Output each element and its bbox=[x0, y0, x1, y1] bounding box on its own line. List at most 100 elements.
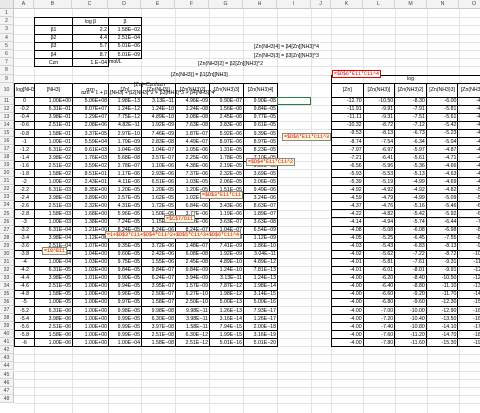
log-cell[interactable]: -4.82 bbox=[425, 185, 459, 195]
column-header-h[interactable]: H bbox=[243, 0, 277, 9]
table-cell[interactable]: 6.84E−06 bbox=[175, 201, 210, 211]
table-cell[interactable]: -1 bbox=[14, 137, 35, 147]
table-cell[interactable]: 1.38E+00 bbox=[72, 217, 109, 227]
log-cell[interactable]: -6.41 bbox=[362, 153, 396, 163]
row-header[interactable]: 6 bbox=[0, 50, 14, 59]
log-cell[interactable]: -5.36 bbox=[394, 161, 427, 171]
table-cell[interactable]: 6.31E−02 bbox=[34, 145, 73, 155]
table-cell[interactable]: -1.8 bbox=[14, 169, 35, 179]
row-header[interactable]: 30 bbox=[0, 249, 14, 258]
log-cell[interactable]: -6.60 bbox=[362, 289, 396, 299]
log-cell[interactable]: -9.31 bbox=[362, 112, 396, 122]
table-cell[interactable]: 1.26E−17 bbox=[243, 314, 278, 324]
table-cell[interactable]: 2.57E−05 bbox=[108, 193, 142, 203]
log-cell[interactable]: -5.62 bbox=[362, 249, 396, 259]
table-cell[interactable]: 7.46E−09 bbox=[141, 128, 176, 139]
select-all-corner[interactable] bbox=[0, 0, 14, 9]
table-header[interactable]: [Zn(NH3)] bbox=[141, 82, 176, 98]
log-header[interactable]: [Zn(NH3)4] bbox=[457, 82, 480, 98]
table-cell[interactable]: 1.00E+00 bbox=[72, 281, 109, 291]
table-cell[interactable]: 1.20E−05 bbox=[141, 185, 176, 195]
table-cell[interactable]: 9.75E−05 bbox=[108, 257, 142, 267]
row-header[interactable]: 26 bbox=[0, 217, 14, 226]
table-cell[interactable]: -3.8 bbox=[14, 249, 35, 259]
table-cell[interactable]: 1.00E+00 bbox=[72, 330, 109, 340]
table-cell[interactable]: 1.58E−01 bbox=[34, 128, 73, 139]
row-header[interactable]: 19 bbox=[0, 161, 14, 170]
log-cell[interactable]: -4.00 bbox=[331, 338, 364, 348]
log-cell[interactable]: -6.00 bbox=[425, 96, 459, 106]
table-cell[interactable]: 3.69E−05 bbox=[243, 169, 278, 179]
row-header[interactable]: 46 bbox=[0, 378, 14, 387]
log-cell[interactable]: -4.00 bbox=[331, 281, 364, 291]
log-cell[interactable]: -15.30 bbox=[425, 338, 459, 348]
table-cell[interactable]: 3.89E+00 bbox=[72, 193, 109, 203]
log-cell[interactable]: -4.01 bbox=[457, 112, 480, 122]
table-cell[interactable]: 3.08E−08 bbox=[175, 112, 210, 122]
table-cell[interactable]: 4.89E−12 bbox=[243, 257, 278, 267]
table-cell[interactable]: 3.13E−11 bbox=[141, 96, 176, 106]
log-cell[interactable]: -4.76 bbox=[362, 201, 396, 211]
log-cell[interactable]: -8.80 bbox=[394, 281, 427, 291]
log-cell[interactable]: -6.80 bbox=[362, 297, 396, 308]
column-header-f[interactable]: F bbox=[175, 0, 209, 9]
table-cell[interactable]: 1.29E+07 bbox=[72, 112, 109, 122]
table-cell[interactable]: 1.98E−14 bbox=[243, 281, 278, 291]
log-cell[interactable]: -5.49 bbox=[457, 193, 480, 203]
table-cell[interactable]: 1.24E−10 bbox=[141, 104, 176, 114]
table-cell[interactable]: 1.58E−08 bbox=[141, 338, 176, 348]
table-cell[interactable]: 2.51E−01 bbox=[34, 120, 73, 130]
table-cell[interactable]: 9.61E+03 bbox=[72, 145, 109, 155]
table-cell[interactable]: 9.49E−06 bbox=[243, 185, 278, 195]
table-cell[interactable]: 2.19E−05 bbox=[209, 161, 244, 171]
table-cell[interactable]: 9.60E−05 bbox=[108, 249, 142, 259]
table-cell[interactable]: 1.57E−09 bbox=[175, 281, 210, 291]
log-cell[interactable]: -4.66 bbox=[425, 161, 459, 171]
log-cell[interactable]: -5.92 bbox=[425, 209, 459, 219]
row-header[interactable]: 40 bbox=[0, 330, 14, 339]
column-header-l[interactable]: L bbox=[363, 0, 395, 9]
column-header-n[interactable]: N bbox=[427, 0, 459, 9]
table-header[interactable]: αzn bbox=[72, 82, 109, 98]
table-cell[interactable]: 9.99E−05 bbox=[108, 330, 142, 340]
log-cell[interactable]: -11.91 bbox=[331, 104, 364, 114]
row-header[interactable]: 39 bbox=[0, 322, 14, 331]
table-cell[interactable]: 4.82E−11 bbox=[108, 120, 142, 130]
row-header[interactable]: 34 bbox=[0, 281, 14, 290]
log-cell[interactable]: -4.69 bbox=[457, 177, 480, 187]
log-cell[interactable]: -9.31 bbox=[425, 257, 459, 267]
log-cell[interactable]: -5.97 bbox=[394, 145, 427, 155]
log-cell[interactable]: -14.10 bbox=[425, 322, 459, 332]
table-cell[interactable]: 3.16E−19 bbox=[243, 330, 278, 340]
column-header-d[interactable]: D bbox=[108, 0, 141, 9]
log-cell[interactable]: -7.51 bbox=[394, 112, 427, 122]
row-header[interactable]: 48 bbox=[0, 394, 14, 403]
table-cell[interactable]: 2.78E−07 bbox=[108, 161, 142, 171]
table-cell[interactable]: -1.6 bbox=[14, 161, 35, 171]
table-cell[interactable]: -4.6 bbox=[14, 281, 35, 291]
czn-value[interactable]: 1.E−04 bbox=[72, 58, 109, 68]
column-header-i[interactable]: I bbox=[277, 0, 311, 9]
table-cell[interactable]: 5.68E−08 bbox=[108, 153, 142, 163]
table-cell[interactable]: 1.26E−13 bbox=[209, 306, 244, 316]
log-cell[interactable]: -5.39 bbox=[331, 177, 364, 187]
table-header[interactable]: log[NH3] bbox=[14, 82, 35, 98]
table-cell[interactable]: 4.89E−10 bbox=[209, 257, 244, 267]
log-cell[interactable]: -13.70 bbox=[457, 281, 480, 291]
log-cell[interactable]: -10.00 bbox=[394, 305, 427, 316]
table-cell[interactable]: 2.00E−18 bbox=[243, 322, 278, 332]
column-header-e[interactable]: E bbox=[141, 0, 175, 9]
table-cell[interactable]: 9.97E−05 bbox=[108, 297, 142, 308]
table-cell[interactable]: 1.98E−13 bbox=[108, 96, 142, 106]
table-cell[interactable]: 1.04E+00 bbox=[72, 249, 109, 259]
log-cell[interactable]: -4.94 bbox=[362, 217, 396, 227]
log-cell[interactable]: -4.00 bbox=[331, 305, 364, 316]
active-cell[interactable] bbox=[277, 96, 311, 105]
table-cell[interactable]: -3.2 bbox=[14, 225, 35, 235]
table-cell[interactable]: -5 bbox=[14, 297, 35, 308]
table-cell[interactable]: 8.51E+01 bbox=[72, 169, 109, 179]
row-header[interactable]: 9 bbox=[0, 74, 14, 83]
log-cell[interactable]: -7.61 bbox=[394, 257, 427, 267]
log-cell[interactable]: -6.34 bbox=[394, 137, 427, 147]
table-cell[interactable]: 3.98E−03 bbox=[34, 193, 73, 203]
